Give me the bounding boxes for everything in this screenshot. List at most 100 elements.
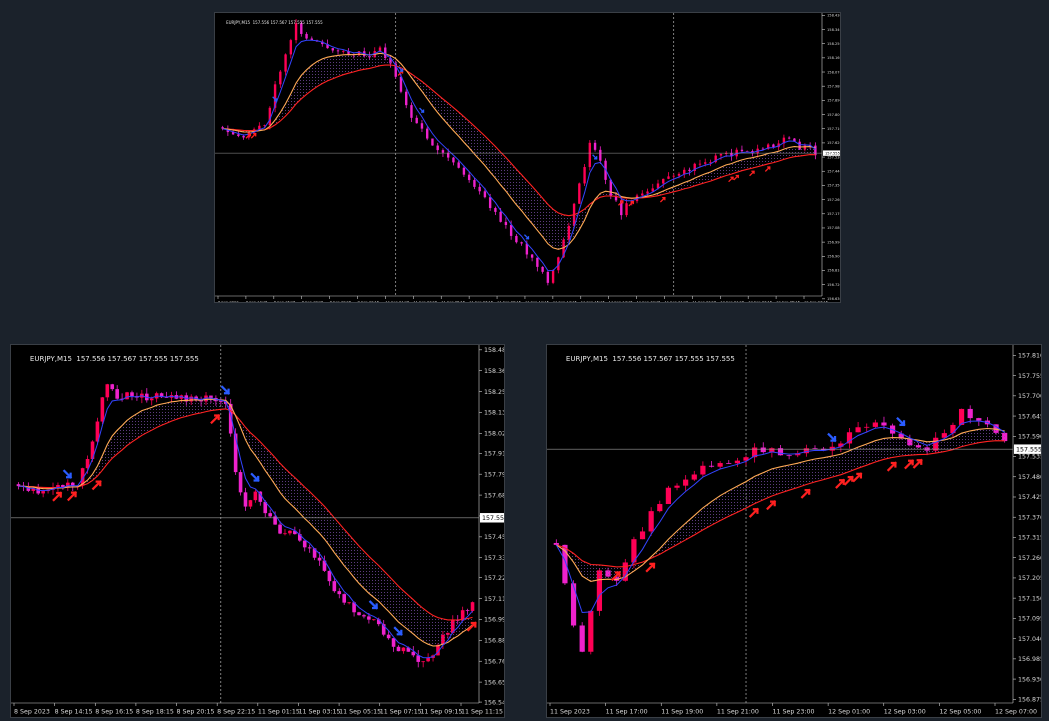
x-tick-label: 11 Sep 11:15 xyxy=(525,301,549,303)
x-tick-label: 11 Sep 03:15 xyxy=(298,708,340,715)
candle-body xyxy=(579,625,585,652)
candle-body xyxy=(357,612,361,616)
y-tick-label: 157.535 xyxy=(1018,454,1042,461)
candle-body xyxy=(420,123,424,129)
buy-arrow-icon xyxy=(843,475,854,486)
candle-body xyxy=(41,491,45,494)
buy-arrow-icon xyxy=(645,562,656,573)
x-tick-label: 11 Sep 09:15 xyxy=(497,301,521,303)
candle-body xyxy=(599,149,602,161)
candle-body xyxy=(708,465,715,467)
candle-body xyxy=(499,211,502,222)
candle-body xyxy=(238,472,243,493)
candle-body xyxy=(677,173,681,176)
ema-band xyxy=(18,399,473,646)
y-tick-label: 157.645 xyxy=(1018,413,1042,420)
x-tick-label: 8 Sep 2023 xyxy=(14,708,50,715)
candle-body xyxy=(719,153,723,156)
candle-body xyxy=(337,591,342,595)
x-tick-label: 8 Sep 16:15 xyxy=(95,708,133,715)
candle-body xyxy=(688,169,691,171)
y-tick-label: 157.440 xyxy=(827,170,841,174)
x-tick-label: 11 Sep 21:00 xyxy=(717,708,759,715)
x-tick-label: 12 Sep 03:00 xyxy=(884,708,926,715)
candle-body xyxy=(446,152,450,158)
x-tick-label: 11 Sep 07:15 xyxy=(380,708,422,715)
candle-body xyxy=(327,570,332,582)
x-tick-label: 11 Sep 2023 xyxy=(550,708,590,715)
candle-body xyxy=(760,447,766,453)
candle-body xyxy=(588,142,592,168)
candle-body xyxy=(342,50,345,52)
candle-body xyxy=(691,474,697,480)
y-tick-label: 157.425 xyxy=(1018,494,1042,501)
candle-body xyxy=(583,167,586,184)
y-tick-label: 156.880 xyxy=(484,638,505,645)
candle-body xyxy=(674,485,680,488)
buy-arrow-icon xyxy=(912,458,923,469)
chart-panel-bottom-right[interactable]: 157.810 157.755 157.700 157.645 157.590 157.5… xyxy=(546,344,1042,718)
y-tick-label: 157.170 xyxy=(827,212,841,216)
buy-arrow-icon xyxy=(52,491,63,502)
candle-body xyxy=(391,638,396,647)
sell-arrow-icon xyxy=(419,107,425,114)
candle-body xyxy=(332,581,337,592)
y-tick-label: 156.900 xyxy=(827,255,841,259)
sell-arrow-icon xyxy=(592,154,598,160)
sell-arrow-icon xyxy=(250,472,260,483)
candle-body xyxy=(551,270,555,283)
y-tick-label: 157.890 xyxy=(827,99,841,103)
x-tick-label: 12 Sep 01:00 xyxy=(828,708,870,715)
current-price-label: 157.555 xyxy=(482,515,505,522)
chart-panel-top[interactable]: 158.430 158.340 158.250 158.160 158.070 157.9… xyxy=(214,12,841,303)
candle-body xyxy=(426,128,429,139)
y-tick-label: 158.430 xyxy=(827,14,841,18)
chart-panel-bottom-left[interactable]: 158.480 158.365 158.250 158.135 158.020 157.9… xyxy=(10,344,505,718)
candle-body xyxy=(237,134,240,136)
candle-body xyxy=(662,178,665,184)
candle-body xyxy=(253,491,258,501)
candle-body xyxy=(546,271,550,283)
candle-body xyxy=(646,191,649,194)
candle-body xyxy=(415,117,418,124)
candle-body xyxy=(242,135,245,138)
buy-arrow-icon xyxy=(250,132,257,139)
x-tick-label: 11 Sep 23:00 xyxy=(773,708,815,715)
x-tick-label: 12 Sep 05:00 xyxy=(939,708,981,715)
sell-arrow-icon xyxy=(523,234,530,240)
x-tick-label: 8 Sep 22:15 xyxy=(217,708,255,715)
y-tick-label: 158.340 xyxy=(827,28,841,32)
candle-body xyxy=(541,266,544,272)
x-tick-label: 12 Sep 07:00 xyxy=(995,708,1037,715)
chart-svg-bottom-right[interactable]: 157.810 157.755 157.700 157.645 157.590 157.5… xyxy=(547,345,1042,718)
candle-body xyxy=(698,163,702,165)
buy-arrow-icon xyxy=(66,491,78,502)
sell-arrow-icon xyxy=(62,469,73,479)
candle-body xyxy=(665,487,672,505)
chart-svg-top[interactable]: 158.430 158.340 158.250 158.160 158.070 157.9… xyxy=(215,13,841,303)
candle-body xyxy=(872,422,878,427)
x-tick-label: 11 Sep 17:00 xyxy=(606,708,648,715)
y-tick-label: 157.530 xyxy=(827,155,841,159)
candle-body xyxy=(410,105,413,118)
x-tick-label: 11 Sep 01:15 xyxy=(258,708,300,715)
candle-body xyxy=(504,221,508,226)
candle-body xyxy=(347,602,351,604)
chart-svg-bottom-left[interactable]: 158.480 158.365 158.250 158.135 158.020 157.9… xyxy=(11,345,505,718)
x-tick-label: 11 Sep 13:15 xyxy=(553,301,577,303)
y-tick-label: 158.365 xyxy=(484,368,505,375)
candle-body xyxy=(700,465,706,475)
ema-slow-line xyxy=(556,440,1005,568)
y-tick-label: 157.680 xyxy=(484,492,505,499)
y-tick-label: 156.720 xyxy=(827,283,841,287)
y-tick-label: 157.755 xyxy=(1018,373,1042,380)
candle-body xyxy=(243,492,248,507)
x-tick-label: 8 Sep 14:15 xyxy=(246,301,268,303)
candle-body xyxy=(278,524,282,534)
candle-body xyxy=(588,610,594,652)
candle-body xyxy=(667,176,670,179)
x-tick-label: 11 Sep 03:15 xyxy=(413,301,437,303)
candle-body xyxy=(570,583,577,626)
candle-body xyxy=(683,479,689,486)
y-tick-label: 156.810 xyxy=(827,269,841,273)
